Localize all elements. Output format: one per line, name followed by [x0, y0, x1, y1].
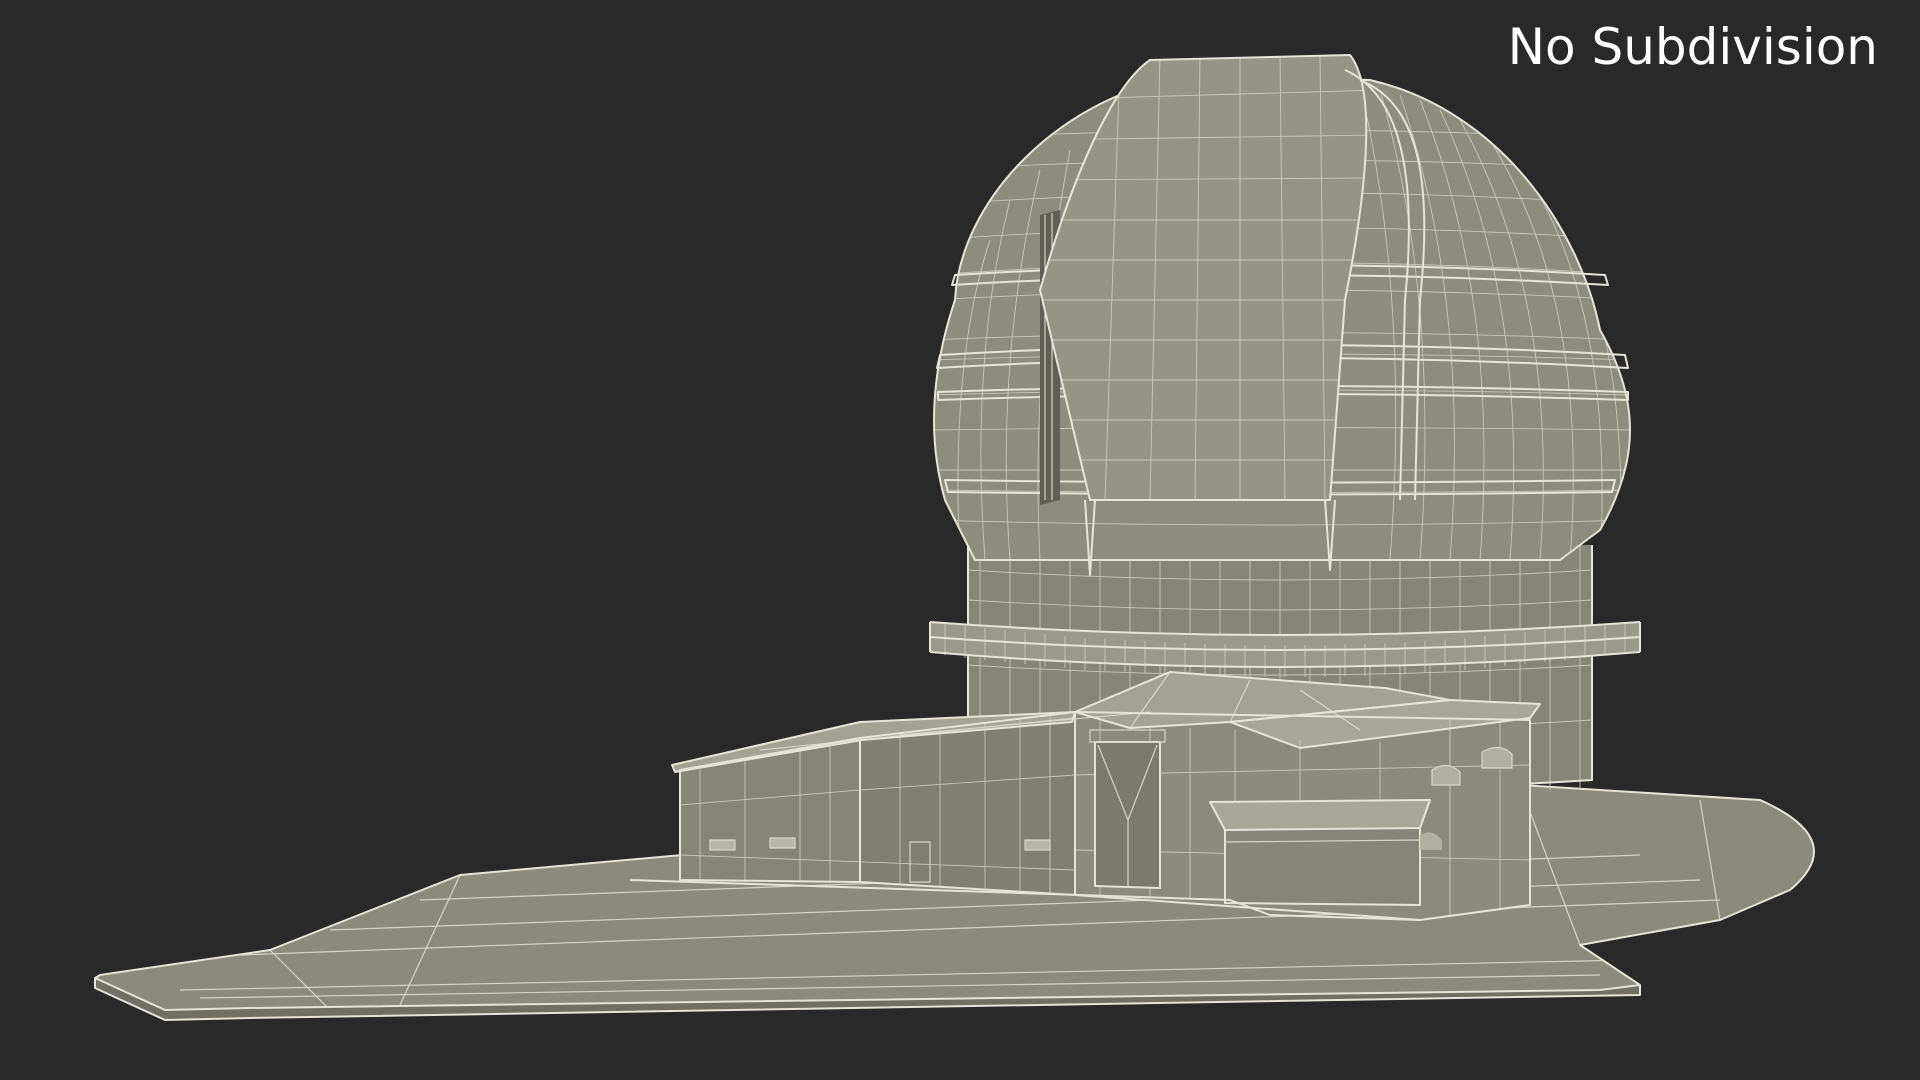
subdivision-label: No Subdivision [1507, 18, 1878, 76]
3d-viewport[interactable]: No Subdivision [0, 0, 1920, 1080]
observatory-wireframe-render [94, 54, 1815, 1021]
